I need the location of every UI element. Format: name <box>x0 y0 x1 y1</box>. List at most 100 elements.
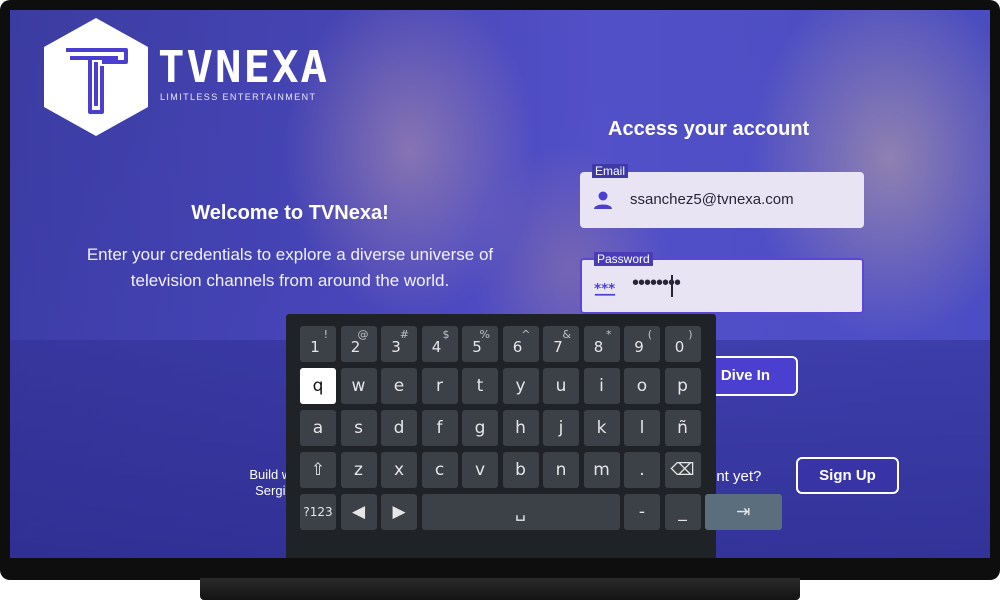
key-label: r <box>436 376 443 396</box>
cursor-left-key[interactable]: ◀ <box>340 494 377 530</box>
person-icon <box>594 191 612 209</box>
key-1[interactable]: 1! <box>300 326 336 362</box>
welcome-description: Enter your credentials to explore a dive… <box>86 245 494 290</box>
key-4[interactable]: 4 $ <box>421 326 458 362</box>
key-label: ▶ <box>392 502 406 522</box>
key-label: ⌫ <box>670 460 695 480</box>
key-label: w <box>351 376 366 396</box>
key-7[interactable]: 7 & <box>543 326 579 362</box>
key-y[interactable]: y <box>502 368 539 404</box>
key-label: a <box>312 418 324 438</box>
key-alt-label: ) <box>688 328 693 341</box>
key-label: 4 <box>431 338 442 356</box>
key-b[interactable]: b <box>502 452 539 488</box>
key-alt-label: ^ <box>521 328 531 341</box>
key-label: b <box>515 460 526 480</box>
key-8[interactable]: 8 * <box>583 326 620 362</box>
key-label: _ <box>678 502 687 522</box>
key-label: k <box>596 418 607 438</box>
key-label: - <box>638 502 646 522</box>
symbols-key[interactable]: ?123 <box>300 494 336 530</box>
brand-tagline: LIMITLESS ENTERTAINMENT <box>160 92 317 102</box>
cursor-right-key[interactable]: ▶ <box>381 494 417 530</box>
tv-stand <box>200 578 800 600</box>
key-e[interactable]: e <box>381 368 417 404</box>
key-3[interactable]: 3 # <box>381 326 417 362</box>
key-alt-label: $ <box>442 328 450 341</box>
key-u[interactable]: u <box>543 368 579 404</box>
key-p[interactable]: p <box>664 368 701 404</box>
key-label: 9 <box>634 338 644 356</box>
password-field-label: Password <box>594 252 653 266</box>
hyphen-key[interactable]: - <box>624 494 660 530</box>
key-k[interactable]: k <box>583 410 620 446</box>
on-screen-keyboard: 1! 2 @3 #4 $5% 6 ^ 7 & 8 * 9(0) q w e r t y u i o p a s d f g h j k l ñ… <box>286 314 782 558</box>
backspace-key[interactable]: ⌫ <box>664 452 701 488</box>
sign-up-button[interactable]: Sign Up <box>796 457 899 494</box>
key-label: ?123 <box>303 505 333 519</box>
key-label: y <box>515 376 526 396</box>
key-alt-label: ( <box>647 328 652 341</box>
key-label: h <box>515 418 526 438</box>
asterisks-icon: *** <box>594 281 615 297</box>
login-title: Access your account <box>608 118 810 140</box>
key-h[interactable]: h <box>502 410 539 446</box>
shift-key[interactable]: ⇧ <box>300 452 336 488</box>
key-0[interactable]: 0) <box>664 326 701 362</box>
key-label: 3 <box>391 338 401 356</box>
key-t[interactable]: t <box>462 368 498 404</box>
key-label: . <box>639 460 645 480</box>
key-label: d <box>393 418 405 438</box>
welcome-title: Welcome to TVNexa! <box>191 202 389 224</box>
underscore-key[interactable]: _ <box>664 494 701 530</box>
key-label: f <box>436 418 443 438</box>
key-label: 1 <box>310 338 320 356</box>
key-label: c <box>434 460 445 480</box>
key-a[interactable]: a <box>300 410 336 446</box>
period-key[interactable]: . <box>624 452 660 488</box>
key-ñ[interactable]: ñ <box>664 410 701 446</box>
key-label: 2 <box>350 338 361 356</box>
key-label: ñ <box>677 418 688 438</box>
email-field[interactable]: Email ssanchez5@tvnexa.com <box>580 164 864 228</box>
tab-key[interactable]: ⇥ <box>705 494 782 530</box>
key-m[interactable]: m <box>583 452 620 488</box>
key-g[interactable]: g <box>462 410 498 446</box>
tvnexa-logo-icon <box>44 18 148 136</box>
key-label: s <box>354 418 363 438</box>
key-label: i <box>599 376 604 396</box>
key-s[interactable]: s <box>340 410 377 446</box>
key-5[interactable]: 5% <box>462 326 498 362</box>
key-6[interactable]: 6 ^ <box>502 326 539 362</box>
key-c[interactable]: c <box>421 452 458 488</box>
email-field-value: ssanchez5@tvnexa.com <box>630 191 794 208</box>
key-z[interactable]: z <box>340 452 377 488</box>
key-label: 0 <box>674 338 685 356</box>
key-d[interactable]: d <box>381 410 417 446</box>
key-f[interactable]: f <box>421 410 458 446</box>
key-label: ␣ <box>515 502 526 522</box>
key-label: q <box>312 376 324 396</box>
key-x[interactable]: x <box>381 452 417 488</box>
key-j[interactable]: j <box>543 410 579 446</box>
key-r[interactable]: r <box>421 368 458 404</box>
key-alt-label: ! <box>323 328 328 341</box>
key-q[interactable]: q <box>300 368 336 404</box>
email-field-label: Email <box>592 164 629 178</box>
key-label: p <box>677 376 688 396</box>
key-o[interactable]: o <box>624 368 660 404</box>
key-2[interactable]: 2 @ <box>340 326 377 362</box>
key-n[interactable]: n <box>543 452 579 488</box>
key-9[interactable]: 9( <box>624 326 660 362</box>
key-label: 5 <box>472 338 482 356</box>
key-v[interactable]: v <box>462 452 498 488</box>
key-label: x <box>393 460 405 480</box>
space-key[interactable]: ␣ <box>421 494 620 530</box>
password-field[interactable]: Password *** •••••••• <box>580 252 864 314</box>
brand-name: TVNEXA <box>158 42 329 93</box>
key-w[interactable]: w <box>340 368 377 404</box>
key-l[interactable]: l <box>624 410 660 446</box>
key-label: o <box>636 376 648 396</box>
key-label: g <box>474 418 486 438</box>
key-i[interactable]: i <box>583 368 620 404</box>
